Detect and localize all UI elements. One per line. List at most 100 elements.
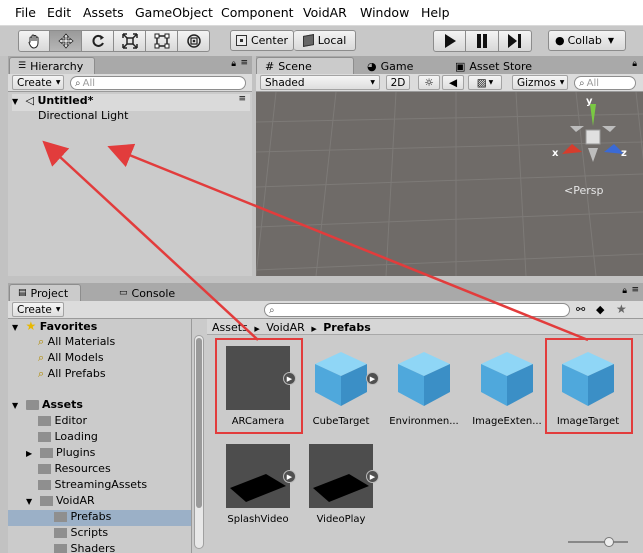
hierarchy-tabbar: ☰ Hierarchy 🔒︎ ≡ bbox=[8, 56, 252, 74]
space-toggle-button[interactable]: Local bbox=[294, 30, 356, 51]
panel-menu-icon[interactable]: ≡ bbox=[240, 58, 248, 68]
favorites-header[interactable]: ▼ ★ Favorites bbox=[12, 319, 97, 333]
play-icon[interactable]: ▶ bbox=[283, 470, 296, 483]
tab-hierarchy[interactable]: ☰ Hierarchy bbox=[9, 57, 95, 74]
project-search-input[interactable]: ⌕ bbox=[264, 303, 570, 317]
tab-scene[interactable]: # Scene bbox=[256, 57, 354, 74]
breadcrumb-item[interactable]: Assets bbox=[212, 321, 248, 334]
persp-label[interactable]: <Persp bbox=[564, 184, 603, 197]
shading-mode-dropdown[interactable]: Shaded ▼ bbox=[260, 75, 380, 90]
tree-scrollbar[interactable] bbox=[194, 335, 204, 549]
transform-icon[interactable] bbox=[178, 30, 210, 52]
chevron-down-icon: ▼ bbox=[488, 79, 494, 86]
asset-item[interactable]: ▶ SplashVideo bbox=[218, 444, 298, 525]
chevron-down-icon: ▼ bbox=[559, 79, 565, 86]
folder-item[interactable]: Editor bbox=[38, 414, 87, 427]
collab-dropdown[interactable]: ● Collab ▼ bbox=[548, 30, 626, 51]
filter-label-icon[interactable]: ◆ bbox=[596, 303, 604, 316]
favorite-label: All Materials bbox=[47, 335, 116, 348]
hierarchy-tab-label: Hierarchy bbox=[30, 59, 84, 73]
step-icon[interactable] bbox=[499, 30, 532, 52]
breadcrumb-item-current[interactable]: Prefabs bbox=[323, 321, 371, 334]
thumbnail-size-slider[interactable] bbox=[568, 537, 628, 547]
folder-item[interactable]: Resources bbox=[38, 462, 111, 475]
scene-tab-label: Scene bbox=[278, 59, 312, 73]
hierarchy-item[interactable]: Directional Light bbox=[38, 109, 128, 122]
menu-gameobject[interactable]: GameObject bbox=[135, 5, 213, 20]
scrollbar-thumb[interactable] bbox=[196, 338, 202, 508]
gizmo-z-label: z bbox=[621, 148, 627, 159]
orientation-gizmo[interactable] bbox=[554, 96, 634, 171]
lock-icon[interactable]: 🔒︎ bbox=[622, 286, 627, 296]
chevron-down-icon: ▼ bbox=[55, 79, 61, 86]
play-icon[interactable]: ▶ bbox=[366, 470, 379, 483]
breadcrumb-item[interactable]: VoidAR bbox=[266, 321, 305, 334]
tab-game[interactable]: ◕ Game bbox=[358, 57, 442, 74]
folder-label: Plugins bbox=[56, 446, 96, 459]
pause-icon[interactable] bbox=[466, 30, 499, 52]
favorite-item[interactable]: ⌕ All Models bbox=[38, 351, 104, 365]
rotate-icon[interactable] bbox=[82, 30, 114, 52]
folder-item[interactable]: ▶ Plugins bbox=[26, 446, 95, 459]
play-icon[interactable]: ▶ bbox=[366, 372, 379, 385]
menu-voidar[interactable]: VoidAR bbox=[303, 5, 347, 20]
lock-icon[interactable]: 🔒︎ bbox=[632, 59, 637, 69]
folder-item[interactable]: Scripts bbox=[54, 526, 108, 539]
tab-project[interactable]: ▤ Project bbox=[9, 284, 81, 301]
search-icon: ⌕ bbox=[38, 367, 45, 380]
scene-search-input[interactable]: ⌕ All bbox=[574, 76, 636, 90]
lock-icon[interactable]: 🔒︎ bbox=[231, 59, 236, 69]
folder-label: Resources bbox=[54, 462, 111, 475]
collab-label: Collab bbox=[567, 34, 602, 47]
list-icon: ☰ bbox=[18, 61, 27, 71]
asset-item[interactable]: ImageExten... bbox=[467, 346, 547, 427]
menu-component[interactable]: Component bbox=[221, 5, 294, 20]
menu-edit[interactable]: Edit bbox=[47, 5, 71, 20]
transform-tools bbox=[18, 30, 210, 52]
panel-menu-icon[interactable]: ≡ bbox=[631, 285, 639, 295]
lighting-toggle[interactable]: ☼ bbox=[418, 75, 440, 90]
scale-icon[interactable] bbox=[114, 30, 146, 52]
tab-asset-store[interactable]: ▣ Asset Store bbox=[446, 57, 554, 74]
folder-item[interactable]: Loading bbox=[38, 430, 98, 443]
create-label: Create bbox=[17, 303, 52, 316]
hand-icon[interactable] bbox=[18, 30, 50, 52]
shading-label: Shaded bbox=[265, 76, 305, 89]
favorite-item[interactable]: ⌕ All Prefabs bbox=[38, 367, 106, 381]
fold-closed-icon: ▶ bbox=[26, 449, 33, 458]
favorite-star-icon[interactable]: ★ bbox=[616, 302, 627, 316]
pivot-toggle-button[interactable]: Center bbox=[230, 30, 294, 51]
asset-item[interactable]: ▶ CubeTarget bbox=[301, 346, 381, 427]
assets-header[interactable]: ▼ Assets bbox=[12, 398, 83, 411]
effects-dropdown[interactable]: ▨ ▼ bbox=[468, 75, 502, 90]
panel-menu-icon[interactable]: ≡ bbox=[238, 94, 246, 104]
asset-item[interactable]: Environmen... bbox=[384, 346, 464, 427]
2d-toggle[interactable]: 2D bbox=[386, 75, 410, 90]
menu-help[interactable]: Help bbox=[421, 5, 450, 20]
slider-thumb[interactable] bbox=[604, 537, 614, 547]
cube-icon bbox=[302, 34, 314, 47]
project-create-dropdown[interactable]: Create ▼ bbox=[12, 302, 64, 317]
folder-item[interactable]: Shaders bbox=[54, 542, 115, 553]
menu-file[interactable]: File bbox=[15, 5, 36, 20]
menu-assets[interactable]: Assets bbox=[83, 5, 124, 20]
move-icon[interactable] bbox=[50, 30, 82, 52]
scene-tabbar: # Scene ◕ Game ▣ Asset Store 🔒︎ bbox=[256, 56, 643, 74]
play-icon[interactable] bbox=[433, 30, 466, 52]
scene-view[interactable]: Shaded ▼ 2D ☼ ◀︎ ▨ ▼ Gizmos ▼ ⌕ All y x … bbox=[256, 74, 643, 276]
hierarchy-search-input[interactable]: ⌕ All bbox=[70, 76, 246, 90]
gizmos-dropdown[interactable]: Gizmos ▼ bbox=[512, 75, 568, 90]
game-tab-label: Game bbox=[380, 59, 414, 73]
audio-toggle[interactable]: ◀︎ bbox=[442, 75, 464, 90]
tab-console[interactable]: ▭ Console bbox=[110, 284, 188, 301]
search-icon: ⌕ bbox=[269, 304, 275, 316]
asset-item[interactable]: ▶ VideoPlay bbox=[301, 444, 381, 525]
folder-item[interactable]: StreamingAssets bbox=[38, 478, 147, 491]
menu-window[interactable]: Window bbox=[360, 5, 409, 20]
hierarchy-create-dropdown[interactable]: Create ▼ bbox=[12, 75, 64, 90]
folder-item[interactable]: ▼ VoidAR bbox=[26, 494, 95, 507]
folder-item-selected[interactable]: Prefabs bbox=[8, 510, 191, 526]
favorite-item[interactable]: ⌕ All Materials bbox=[38, 335, 115, 349]
rect-tool-icon[interactable] bbox=[146, 30, 178, 52]
filter-type-icon[interactable]: ⚯ bbox=[576, 303, 585, 316]
